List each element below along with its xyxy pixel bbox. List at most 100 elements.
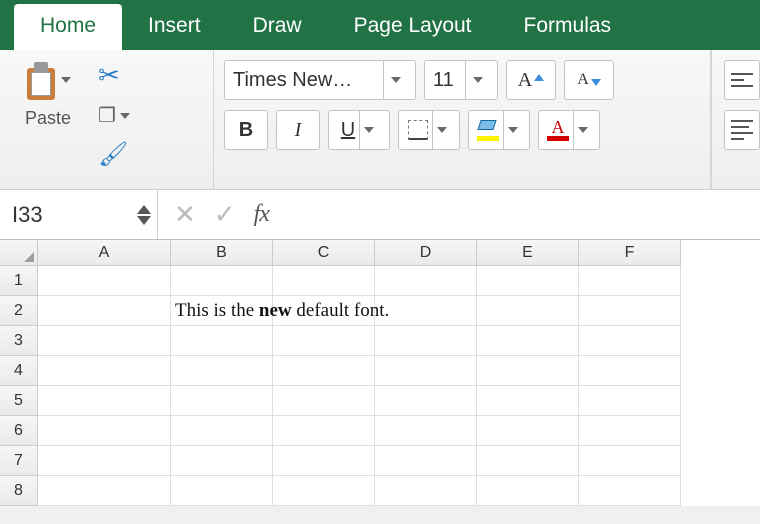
cell[interactable] [273, 416, 375, 446]
cell[interactable] [477, 356, 579, 386]
cell[interactable] [477, 446, 579, 476]
cell[interactable] [375, 386, 477, 416]
select-all-corner[interactable] [0, 240, 38, 266]
cell[interactable] [171, 416, 273, 446]
cell[interactable] [273, 326, 375, 356]
row-header[interactable]: 3 [0, 326, 38, 356]
font-color-button[interactable]: A [538, 110, 600, 150]
cell[interactable] [171, 356, 273, 386]
border-icon [408, 120, 428, 140]
cell[interactable] [38, 386, 171, 416]
cell[interactable] [38, 356, 171, 386]
chevron-down-icon [120, 113, 130, 119]
cancel-formula-button[interactable]: ✕ [174, 199, 196, 230]
cell[interactable] [477, 266, 579, 296]
format-painter-button[interactable]: 🖌 [94, 138, 134, 171]
borders-button[interactable] [398, 110, 460, 150]
cell[interactable] [579, 296, 681, 326]
align-top-button[interactable] [724, 60, 760, 100]
decrease-font-size-button[interactable]: A [564, 60, 614, 100]
cell-text: This is the [175, 300, 259, 321]
cell[interactable] [171, 476, 273, 506]
enter-formula-button[interactable]: ✓ [214, 199, 236, 230]
underline-button[interactable]: U [328, 110, 390, 150]
tab-formulas[interactable]: Formulas [498, 4, 638, 50]
name-box-spinner[interactable] [137, 205, 151, 225]
row-header[interactable]: 5 [0, 386, 38, 416]
cell[interactable] [171, 386, 273, 416]
cell[interactable] [171, 266, 273, 296]
tab-draw[interactable]: Draw [227, 4, 328, 50]
cell[interactable] [38, 476, 171, 506]
font-name-combobox[interactable]: Times New… [224, 60, 416, 100]
row-header[interactable]: 6 [0, 416, 38, 446]
cell[interactable] [38, 446, 171, 476]
cell[interactable] [375, 416, 477, 446]
paste-label: Paste [25, 108, 71, 129]
cell[interactable] [477, 296, 579, 326]
row-header[interactable]: 2 [0, 296, 38, 326]
cell[interactable] [171, 326, 273, 356]
cell[interactable] [579, 446, 681, 476]
cell[interactable] [38, 296, 171, 326]
cell[interactable] [375, 446, 477, 476]
cell[interactable] [375, 476, 477, 506]
column-header[interactable]: A [38, 240, 171, 266]
cell[interactable] [579, 386, 681, 416]
cell[interactable] [273, 356, 375, 386]
column-header[interactable]: B [171, 240, 273, 266]
cell[interactable] [477, 476, 579, 506]
cell-text: default font. [292, 300, 390, 321]
tab-page-layout[interactable]: Page Layout [328, 4, 498, 50]
cell[interactable] [171, 446, 273, 476]
cell[interactable] [273, 266, 375, 296]
cell[interactable] [375, 266, 477, 296]
cell[interactable] [375, 326, 477, 356]
cell[interactable] [579, 326, 681, 356]
formula-input[interactable] [285, 190, 760, 239]
cell[interactable] [579, 476, 681, 506]
column-header[interactable]: E [477, 240, 579, 266]
row-header[interactable]: 8 [0, 476, 38, 506]
triangle-down-icon [591, 79, 601, 86]
column-header[interactable]: C [273, 240, 375, 266]
cell[interactable] [375, 296, 477, 326]
column-header[interactable]: F [579, 240, 681, 266]
cell[interactable] [477, 326, 579, 356]
cell[interactable] [38, 326, 171, 356]
tab-insert[interactable]: Insert [122, 4, 227, 50]
fx-icon[interactable]: fx [254, 201, 269, 228]
cell[interactable] [273, 446, 375, 476]
cell[interactable] [273, 476, 375, 506]
align-lines-icon [731, 73, 753, 75]
bold-button[interactable]: B [224, 110, 268, 150]
cell[interactable] [477, 416, 579, 446]
increase-font-size-button[interactable]: A [506, 60, 556, 100]
paste-button[interactable]: Paste [8, 56, 88, 171]
row-header[interactable]: 7 [0, 446, 38, 476]
cell[interactable] [38, 416, 171, 446]
clipboard-icon [25, 60, 57, 100]
cell[interactable] [579, 266, 681, 296]
font-size-combobox[interactable]: 11 [424, 60, 498, 100]
cell[interactable] [273, 386, 375, 416]
cell[interactable] [477, 386, 579, 416]
row-header[interactable]: 1 [0, 266, 38, 296]
cell[interactable] [579, 416, 681, 446]
italic-button[interactable]: I [276, 110, 320, 150]
tab-home[interactable]: Home [14, 4, 122, 50]
align-left-button[interactable] [724, 110, 760, 150]
copy-button[interactable]: ❐ [94, 101, 134, 130]
name-box[interactable]: I33 [0, 190, 158, 239]
column-header[interactable]: D [375, 240, 477, 266]
cell[interactable] [579, 356, 681, 386]
row-header[interactable]: 4 [0, 356, 38, 386]
cell[interactable]: This is the new default font. [171, 296, 273, 326]
cell[interactable] [38, 266, 171, 296]
bold-icon: B [239, 119, 253, 142]
fill-color-button[interactable] [468, 110, 530, 150]
formula-bar: I33 ✕ ✓ fx [0, 190, 760, 240]
cell[interactable] [375, 356, 477, 386]
cut-button[interactable]: ✂ [94, 58, 134, 93]
spreadsheet-grid: ABCDEF 12 This is the new default font. 34… [0, 240, 760, 506]
